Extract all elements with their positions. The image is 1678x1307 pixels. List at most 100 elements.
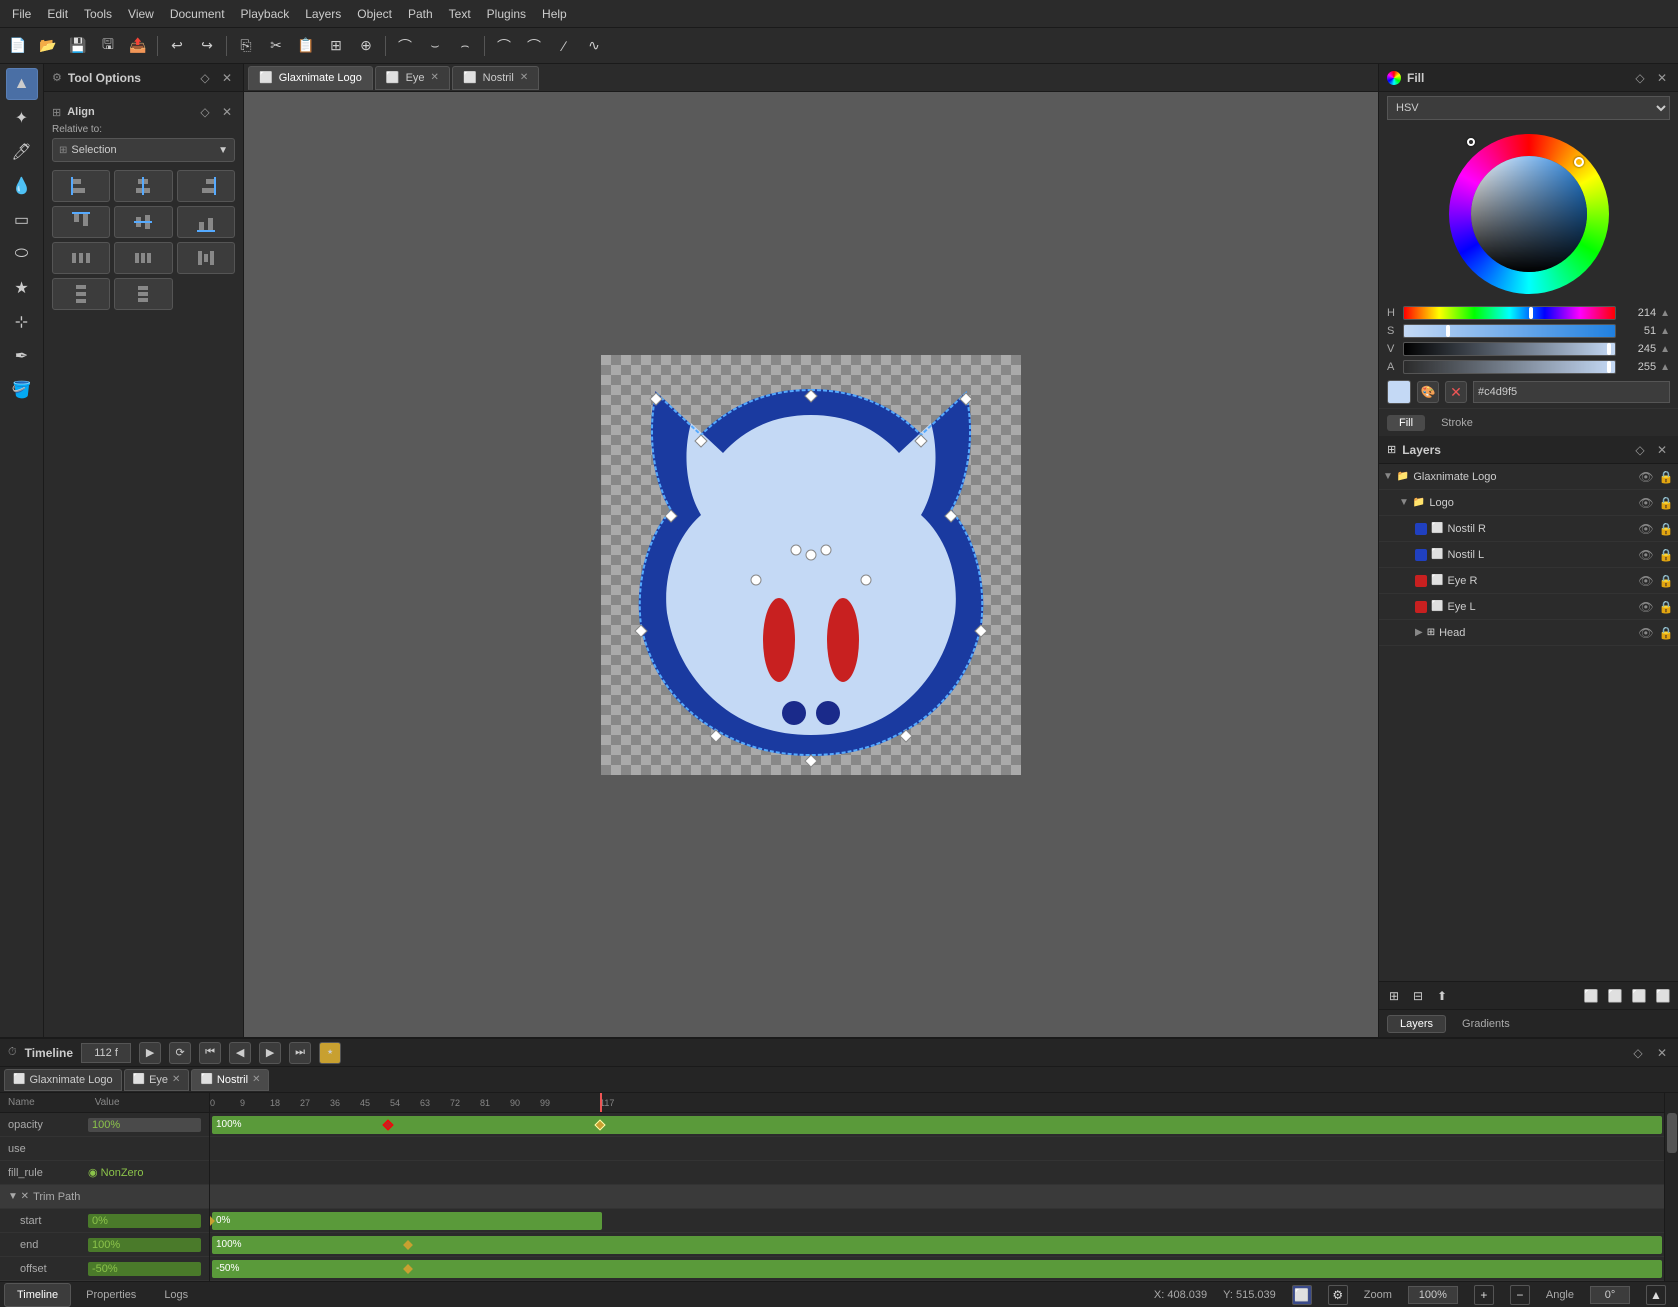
paste-button[interactable]: 📋 xyxy=(292,32,320,60)
layers-tb-btn-6[interactable]: ⬜ xyxy=(1628,985,1650,1007)
tool-options-float[interactable]: ◇ xyxy=(197,70,213,86)
canvas-tab-eye[interactable]: ⬜ Eye ✕ xyxy=(375,66,450,90)
color-mode-dropdown[interactable]: HSV xyxy=(1387,96,1670,120)
angle-input[interactable] xyxy=(1590,1286,1630,1304)
prev-frame-button[interactable]: ◀ xyxy=(229,1042,251,1064)
rect-tool[interactable]: ▭ xyxy=(6,204,38,236)
layer-eye-logo[interactable]: 👁 xyxy=(1638,495,1654,511)
play-button[interactable]: ▶ xyxy=(139,1042,161,1064)
layer-logo[interactable]: ▼ 📁 Logo 👁 🔒 xyxy=(1379,490,1678,516)
distribute-right[interactable] xyxy=(177,242,235,274)
menu-object[interactable]: Object xyxy=(349,5,400,23)
expand-logo[interactable]: ▼ xyxy=(1399,497,1409,508)
node-tool-1[interactable]: ⌒ xyxy=(391,32,419,60)
menu-path[interactable]: Path xyxy=(400,5,441,23)
menu-text[interactable]: Text xyxy=(441,5,479,23)
layers-float[interactable]: ◇ xyxy=(1632,442,1648,458)
align-float[interactable]: ◇ xyxy=(197,104,213,120)
tl-tab-nostril-close[interactable]: ✕ xyxy=(252,1074,260,1085)
fill-tab[interactable]: Fill xyxy=(1387,415,1425,431)
layer-eye-head[interactable]: 👁 xyxy=(1638,625,1654,641)
zoom-input[interactable] xyxy=(1408,1286,1458,1304)
layer-lock-nostil-l[interactable]: 🔒 xyxy=(1658,547,1674,563)
distribute-center[interactable] xyxy=(114,242,172,274)
curve-tool-4[interactable]: ∿ xyxy=(580,32,608,60)
copy-lottie-button[interactable]: ⎘ xyxy=(232,32,260,60)
select-tool[interactable]: ▲ xyxy=(6,68,38,100)
canvas-size-icon[interactable]: ⬜ xyxy=(1292,1285,1312,1305)
eyedropper-tool-2[interactable]: ✒ xyxy=(6,340,38,372)
timeline-close[interactable]: ✕ xyxy=(1654,1045,1670,1061)
color-picker-button[interactable]: 🎨 xyxy=(1417,381,1439,403)
menu-document[interactable]: Document xyxy=(162,5,233,23)
canvas-tab-glaxnimate[interactable]: ⬜ Glaxnimate Logo xyxy=(248,66,373,90)
layer-eye-eye-l[interactable]: 👁 xyxy=(1638,599,1654,615)
ellipse-tool[interactable]: ⬭ xyxy=(6,238,38,270)
layers-tb-btn-2[interactable]: ⊟ xyxy=(1407,985,1429,1007)
timeline-float[interactable]: ◇ xyxy=(1630,1045,1646,1061)
menu-help[interactable]: Help xyxy=(534,5,575,23)
align-center-h[interactable] xyxy=(114,170,172,202)
align-center-v[interactable] xyxy=(114,206,172,238)
redo-button[interactable]: ↪ xyxy=(193,32,221,60)
new-button[interactable]: 📄 xyxy=(4,32,32,60)
layer-lock-head[interactable]: 🔒 xyxy=(1658,625,1674,641)
eyedropper-tool[interactable]: 💧 xyxy=(6,170,38,202)
layer-eye-nostil-l[interactable]: 👁 xyxy=(1638,547,1654,563)
expand-head[interactable]: ▶ xyxy=(1415,627,1423,638)
node-edit-tool[interactable]: ✦ xyxy=(6,102,38,134)
align-bottom-edges[interactable] xyxy=(177,206,235,238)
trim-path-expand[interactable]: ▼ ✕ xyxy=(8,1191,29,1202)
next-frame-button[interactable]: ▶ xyxy=(259,1042,281,1064)
layer-eye-glaxnimate[interactable]: 👁 xyxy=(1638,469,1654,485)
fill-panel-float[interactable]: ◇ xyxy=(1632,70,1648,86)
timeline-bottom-tab[interactable]: Timeline xyxy=(4,1283,71,1307)
layer-lock-eye-r[interactable]: 🔒 xyxy=(1658,573,1674,589)
alpha-spin-up[interactable]: ▲ xyxy=(1660,362,1670,373)
layers-tab-gradients[interactable]: Gradients xyxy=(1450,1016,1522,1032)
layer-glaxnimate-logo[interactable]: ▼ 📁 Glaxnimate Logo 👁 🔒 xyxy=(1379,464,1678,490)
goto-start-button[interactable]: ⏮ xyxy=(199,1042,221,1064)
distribute-v-center[interactable] xyxy=(114,278,172,310)
distribute-top[interactable] xyxy=(52,278,110,310)
layer-eye-eye-r[interactable]: 👁 xyxy=(1638,573,1654,589)
measure-tool[interactable]: ⊹ xyxy=(6,306,38,338)
properties-bottom-tab[interactable]: Properties xyxy=(73,1283,149,1307)
menu-plugins[interactable]: Plugins xyxy=(479,5,534,23)
logs-bottom-tab[interactable]: Logs xyxy=(151,1283,201,1307)
canvas-tab-eye-close[interactable]: ✕ xyxy=(431,72,439,83)
layers-tb-btn-5[interactable]: ⬜ xyxy=(1604,985,1626,1007)
node-tool-3[interactable]: ⌢ xyxy=(451,32,479,60)
layer-lock-glaxnimate[interactable]: 🔒 xyxy=(1658,469,1674,485)
saturation-slider[interactable] xyxy=(1403,324,1616,338)
zoom-minus-icon[interactable]: − xyxy=(1510,1285,1530,1305)
canvas-tab-nostril-close[interactable]: ✕ xyxy=(520,72,528,83)
layers-tab-layers[interactable]: Layers xyxy=(1387,1015,1446,1033)
canvas-settings-icon[interactable]: ⚙ xyxy=(1328,1285,1348,1305)
zoom-plus-icon[interactable]: + xyxy=(1474,1285,1494,1305)
distribute-left[interactable] xyxy=(52,242,110,274)
expand-glaxnimate[interactable]: ▼ xyxy=(1383,471,1393,482)
angle-plus-icon[interactable]: ▲ xyxy=(1646,1285,1666,1305)
export-button[interactable]: 📤 xyxy=(124,32,152,60)
layer-lock-eye-l[interactable]: 🔒 xyxy=(1658,599,1674,615)
tool-options-close[interactable]: ✕ xyxy=(219,70,235,86)
node-tool-2[interactable]: ⌣ xyxy=(421,32,449,60)
menu-edit[interactable]: Edit xyxy=(39,5,76,23)
align-right-edges[interactable] xyxy=(177,170,235,202)
color-swatch[interactable] xyxy=(1387,380,1411,404)
layer-lock-nostil-r[interactable]: 🔒 xyxy=(1658,521,1674,537)
alpha-slider[interactable] xyxy=(1403,360,1616,374)
layer-eye-r[interactable]: ⬜ Eye R 👁 🔒 xyxy=(1379,568,1678,594)
remove-fill-button[interactable]: ✕ xyxy=(1445,381,1467,403)
layer-lock-logo[interactable]: 🔒 xyxy=(1658,495,1674,511)
saturation-spin-up[interactable]: ▲ xyxy=(1660,326,1670,337)
frame-input[interactable] xyxy=(81,1043,131,1063)
open-button[interactable]: 📂 xyxy=(34,32,62,60)
save-as-button[interactable]: 🖫 xyxy=(94,32,122,60)
save-button[interactable]: 💾 xyxy=(64,32,92,60)
tl-tab-glaxnimate[interactable]: ⬜ Glaxnimate Logo xyxy=(4,1069,122,1091)
loop-button[interactable]: ⟳ xyxy=(169,1042,191,1064)
canvas-viewport[interactable] xyxy=(244,92,1378,1037)
tl-tab-eye[interactable]: ⬜ Eye ✕ xyxy=(124,1069,190,1091)
